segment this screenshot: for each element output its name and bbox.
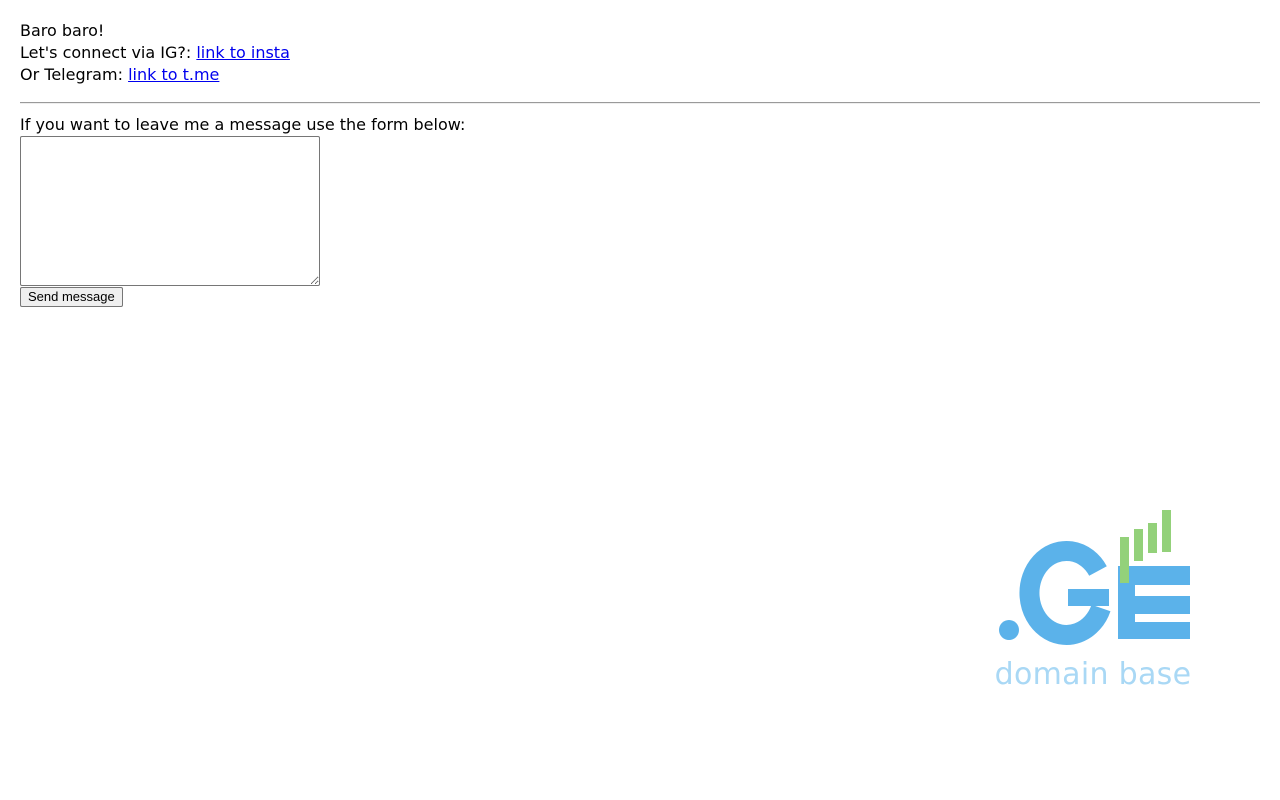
- telegram-prefix: Or Telegram:: [20, 65, 123, 84]
- form-prompt: If you want to leave me a message use th…: [20, 115, 466, 134]
- divider: [20, 102, 1260, 104]
- send-message-button[interactable]: Send message: [20, 287, 123, 307]
- telegram-line: Or Telegram: link to t.me: [20, 64, 1260, 86]
- ge-logo-mark: [999, 510, 1190, 645]
- message-textarea[interactable]: [20, 136, 320, 286]
- instagram-line: Let's connect via IG?: link to insta: [20, 42, 1260, 64]
- logo-tagline: domain base: [994, 657, 1192, 692]
- greeting-text: Baro baro!: [20, 21, 105, 40]
- page-content: Baro baro! Let's connect via IG?: link t…: [20, 20, 1260, 307]
- message-form: If you want to leave me a message use th…: [20, 114, 1260, 307]
- instagram-prefix: Let's connect via IG?:: [20, 43, 192, 62]
- telegram-link[interactable]: link to t.me: [128, 65, 219, 84]
- ge-domain-logo: domain base: [990, 505, 1200, 700]
- instagram-link[interactable]: link to insta: [196, 43, 290, 62]
